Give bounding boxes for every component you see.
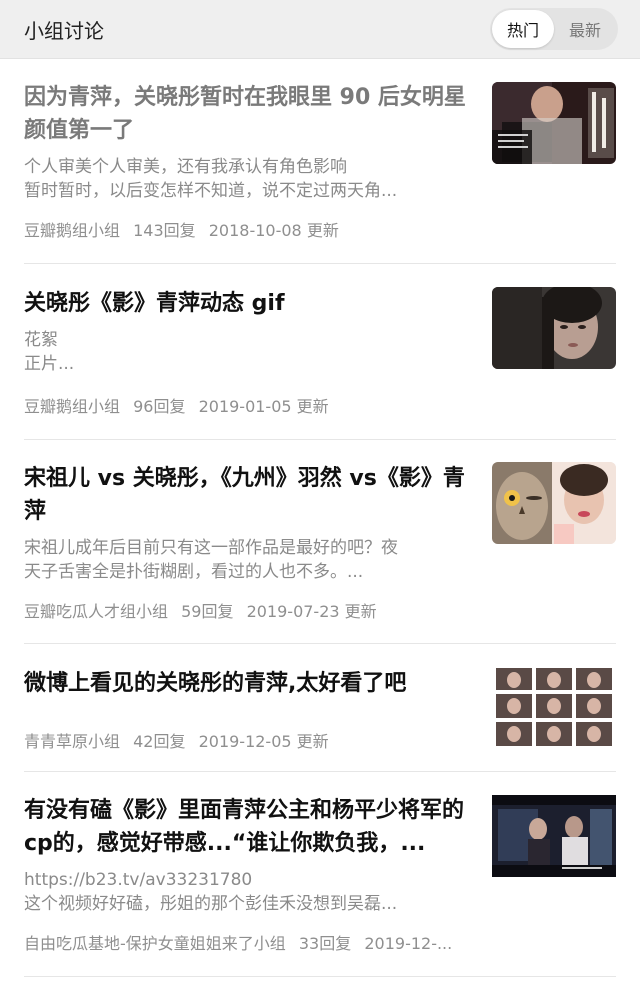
top-bar: 小组讨论 热门 最新: [0, 0, 640, 59]
item-thumbnail[interactable]: [492, 666, 616, 748]
updated-time: 2018-10-08 更新: [208, 221, 339, 240]
list-item[interactable]: 因为青萍，关晓彤暂时在我眼里 90 后女明星颜值第一了 个人审美个人审美，还有我…: [24, 59, 616, 264]
group-name[interactable]: 豆瓣鹅组小组: [24, 397, 120, 416]
group-name[interactable]: 青青草原小组: [24, 732, 120, 751]
reply-count: 96回复: [133, 397, 186, 416]
tab-hot[interactable]: 热门: [492, 10, 554, 48]
list-item[interactable]: 宋祖儿 vs 关晓彤，《九州》羽然 vs《影》青萍 宋祖儿成年后目前只有这一部作…: [24, 440, 616, 644]
snippet-line: 花絮: [24, 330, 58, 350]
reply-count: 42回复: [133, 732, 186, 751]
reply-count: 143回复: [133, 221, 196, 240]
reply-count: 59回复: [181, 602, 234, 621]
item-thumbnail[interactable]: [492, 462, 616, 544]
discussion-list: 因为青萍，关晓彤暂时在我眼里 90 后女明星颜值第一了 个人审美个人审美，还有我…: [0, 59, 640, 977]
tab-latest[interactable]: 最新: [554, 10, 616, 48]
item-meta: 青青草原小组 42回复 2019-12-05 更新: [24, 728, 329, 752]
item-thumbnail[interactable]: [492, 287, 616, 369]
group-name[interactable]: 自由吃瓜基地-保护女童姐姐来了小组: [24, 934, 286, 953]
sort-segmented-control: 热门 最新: [490, 8, 618, 50]
item-thumbnail[interactable]: [492, 795, 616, 877]
group-name[interactable]: 豆瓣鹅组小组: [24, 221, 120, 240]
snippet-line: 宋祖儿成年后目前只有这一部作品是最好的吧？夜: [24, 538, 398, 558]
list-item[interactable]: 有没有磕《影》里面青萍公主和杨平少将军的cp的，感觉好带感...“谁让你欺负我，…: [24, 772, 616, 977]
item-meta: 豆瓣鹅组小组 96回复 2019-01-05 更新: [24, 393, 329, 417]
item-meta: 豆瓣鹅组小组 143回复 2018-10-08 更新: [24, 217, 339, 241]
item-thumbnail[interactable]: [492, 82, 616, 164]
snippet-line: 这个视频好好磕，彤姐的那个彭佳禾没想到吴磊...: [24, 894, 398, 914]
updated-time: 2019-07-23 更新: [246, 602, 377, 621]
reply-count: 33回复: [298, 934, 352, 953]
snippet-line: 天子舌害全是扑街糊剧，看过的人也不多。...: [24, 562, 364, 582]
item-meta: 自由吃瓜基地-保护女童姐姐来了小组 33回复 2019-12-...: [24, 930, 452, 954]
page-title: 小组讨论: [24, 18, 104, 43]
group-name[interactable]: 豆瓣吃瓜人才组小组: [24, 602, 168, 621]
snippet-line: 正片...: [24, 354, 75, 374]
updated-time: 2019-12-...: [364, 934, 453, 953]
list-item[interactable]: 微博上看见的关晓彤的青萍,太好看了吧 青青草原小组 42回复 2019-12-0…: [24, 644, 616, 772]
updated-time: 2019-12-05 更新: [198, 732, 329, 751]
updated-time: 2019-01-05 更新: [198, 397, 329, 416]
item-meta: 豆瓣吃瓜人才组小组 59回复 2019-07-23 更新: [24, 598, 377, 622]
snippet-line: 个人审美个人审美，还有我承认有角色影响: [24, 157, 347, 177]
snippet-line: 暂时暂时，以后变怎样不知道，说不定过两天角...: [24, 181, 398, 201]
list-item[interactable]: 关晓彤《影》青萍动态 gif 花絮 正片... 豆瓣鹅组小组 96回复 2019…: [24, 264, 616, 440]
snippet-line[interactable]: https://b23.tv/av33231780: [24, 868, 476, 892]
